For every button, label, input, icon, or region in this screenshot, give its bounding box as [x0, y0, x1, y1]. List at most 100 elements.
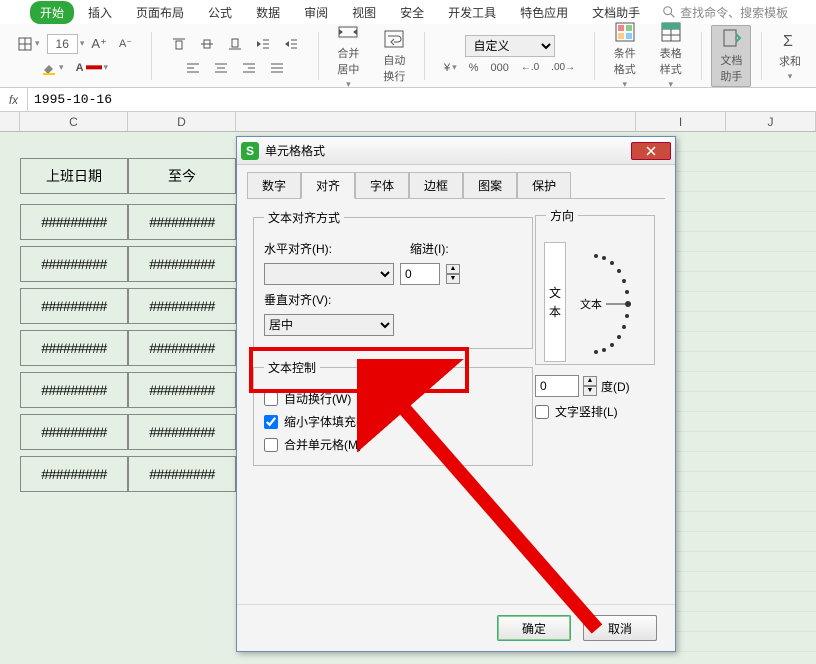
font-color-button[interactable]: A▾: [71, 57, 113, 79]
col-header-d[interactable]: D: [128, 112, 236, 131]
cell[interactable]: #########: [20, 246, 128, 282]
cell[interactable]: #########: [20, 330, 128, 366]
increase-decimal-button[interactable]: ←.0: [516, 59, 544, 76]
doc-helper-button[interactable]: 文档助手: [711, 25, 751, 87]
cell[interactable]: #########: [128, 288, 236, 324]
formula-input[interactable]: [28, 92, 816, 107]
justify-button[interactable]: [264, 57, 290, 79]
decrease-decimal-button[interactable]: .00→: [546, 59, 580, 76]
merge-cells-label: 合并单元格(M): [284, 436, 362, 453]
fx-icon[interactable]: fx: [0, 88, 28, 111]
table-header-1[interactable]: 上班日期: [20, 158, 128, 194]
cell[interactable]: #########: [128, 330, 236, 366]
text-alignment-group: 文本对齐方式 水平对齐(H): 缩进(I): ▲▼ 垂直对齐(V): 居中: [253, 209, 533, 349]
vertical-text-checkbox[interactable]: [535, 405, 549, 419]
ribbon-tabs: 开始 插入 页面布局 公式 数据 审阅 视图 安全 开发工具 特色应用 文档助手…: [0, 0, 816, 24]
svg-text:Σ: Σ: [783, 33, 793, 50]
alignment-legend: 文本对齐方式: [264, 209, 344, 226]
indent-input[interactable]: [400, 263, 440, 285]
ribbon-tab-layout[interactable]: 页面布局: [126, 1, 194, 24]
text-control-group: 文本控制 自动换行(W) 缩小字体填充(K) 合并单元格(M): [253, 359, 533, 466]
col-header-i[interactable]: I: [636, 112, 726, 131]
borders-button[interactable]: ▾: [12, 33, 45, 55]
align-middle-button[interactable]: [194, 33, 220, 55]
merge-cells-checkbox[interactable]: [264, 438, 278, 452]
tab-pattern[interactable]: 图案: [463, 172, 517, 199]
font-decrease-button[interactable]: A⁻: [114, 34, 137, 53]
degree-down[interactable]: ▼: [583, 386, 597, 396]
dialog-body: 文本对齐方式 水平对齐(H): 缩进(I): ▲▼ 垂直对齐(V): 居中 文本…: [247, 198, 665, 604]
align-top-button[interactable]: [166, 33, 192, 55]
ribbon-search-placeholder: 查找命令、搜索模板: [680, 4, 788, 21]
text-control-legend: 文本控制: [264, 359, 320, 376]
cell[interactable]: #########: [128, 372, 236, 408]
align-center-button[interactable]: [208, 57, 234, 79]
wrap-text-label: 自动换行(W): [284, 390, 351, 407]
indent-decrease-button[interactable]: [250, 33, 276, 55]
cell[interactable]: #########: [20, 288, 128, 324]
shrink-fit-checkbox[interactable]: [264, 415, 278, 429]
h-align-label: 水平对齐(H):: [264, 240, 344, 257]
ribbon-tab-formula[interactable]: 公式: [198, 1, 242, 24]
sum-button[interactable]: Σ 求和▾: [772, 26, 808, 85]
cell[interactable]: #########: [20, 456, 128, 492]
comma-style-button[interactable]: 000: [485, 59, 513, 77]
app-icon: S: [241, 142, 259, 160]
ribbon-tab-dev[interactable]: 开发工具: [438, 1, 506, 24]
number-format-select[interactable]: 自定义: [465, 35, 555, 57]
indent-label: 缩进(I):: [410, 240, 490, 257]
ribbon-tab-data[interactable]: 数据: [246, 1, 290, 24]
ribbon-tab-home[interactable]: 开始: [30, 1, 74, 24]
tab-protection[interactable]: 保护: [517, 172, 571, 199]
table-header-2[interactable]: 至今: [128, 158, 236, 194]
v-align-select[interactable]: 居中: [264, 314, 394, 336]
ribbon-tab-insert[interactable]: 插入: [78, 1, 122, 24]
cell[interactable]: #########: [20, 204, 128, 240]
dialog-buttons: 确定 取消: [237, 604, 675, 651]
cell[interactable]: #########: [128, 456, 236, 492]
cell[interactable]: #########: [20, 414, 128, 450]
merge-center-button[interactable]: 合并居中▾: [328, 18, 368, 93]
ribbon-tab-special[interactable]: 特色应用: [510, 1, 578, 24]
font-increase-button[interactable]: A⁺: [86, 33, 112, 55]
wrap-text-checkbox[interactable]: [264, 392, 278, 406]
table-style-button[interactable]: 表格样式▾: [651, 18, 691, 93]
indent-increase-button[interactable]: [278, 33, 304, 55]
font-size-caret[interactable]: ▾: [80, 38, 85, 49]
degree-label: 度(D): [601, 378, 630, 395]
wrap-text-button[interactable]: 自动换行: [374, 25, 414, 87]
col-header-c[interactable]: C: [20, 112, 128, 131]
tab-alignment[interactable]: 对齐: [301, 172, 355, 199]
align-left-button[interactable]: [180, 57, 206, 79]
vertical-text-box[interactable]: 文 本: [544, 242, 566, 362]
ok-button[interactable]: 确定: [497, 615, 571, 641]
tab-font[interactable]: 字体: [355, 172, 409, 199]
indent-up[interactable]: ▲: [446, 264, 460, 274]
cell[interactable]: #########: [20, 372, 128, 408]
fill-color-button[interactable]: ▾: [36, 57, 69, 79]
tab-number[interactable]: 数字: [247, 172, 301, 199]
align-right-button[interactable]: [236, 57, 262, 79]
conditional-format-button[interactable]: 条件格式▾: [605, 18, 645, 93]
font-size-value: 16: [47, 34, 78, 54]
percent-button[interactable]: %: [464, 59, 484, 77]
col-header-j[interactable]: J: [726, 112, 816, 131]
h-align-select[interactable]: [264, 263, 394, 285]
degree-up[interactable]: ▲: [583, 376, 597, 386]
close-button[interactable]: [631, 142, 671, 160]
cell[interactable]: #########: [128, 246, 236, 282]
currency-button[interactable]: ¥▾: [439, 59, 462, 77]
indent-down[interactable]: ▼: [446, 274, 460, 284]
cancel-button[interactable]: 取消: [583, 615, 657, 641]
dialog-tabs: 数字 对齐 字体 边框 图案 保护: [237, 165, 675, 198]
align-bottom-button[interactable]: [222, 33, 248, 55]
tab-border[interactable]: 边框: [409, 172, 463, 199]
cell[interactable]: #########: [128, 204, 236, 240]
dialog-titlebar[interactable]: S 单元格格式: [237, 137, 675, 165]
ribbon-tab-security[interactable]: 安全: [390, 1, 434, 24]
dialog-title: 单元格格式: [265, 142, 631, 159]
orientation-dial[interactable]: 文本: [574, 240, 646, 364]
format-cells-dialog: S 单元格格式 数字 对齐 字体 边框 图案 保护 文本对齐方式 水平对齐(H)…: [236, 136, 676, 652]
degree-input[interactable]: [535, 375, 579, 397]
cell[interactable]: #########: [128, 414, 236, 450]
